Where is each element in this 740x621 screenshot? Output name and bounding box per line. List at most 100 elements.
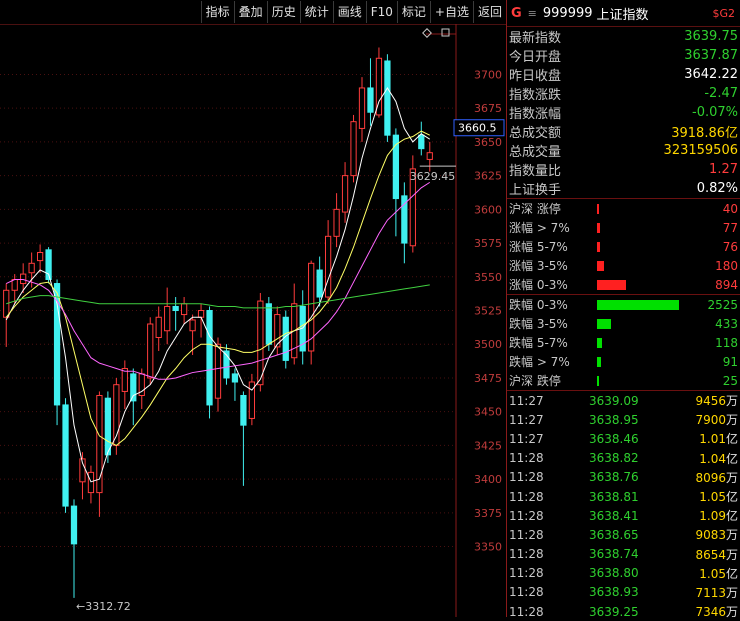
candle-body (265, 303, 272, 345)
y-tick-label: 3525 (474, 305, 502, 318)
kline-chart[interactable]: 3700 3675 3650 3625 3600 3575 3550 3525 3500 3475… (0, 24, 506, 617)
y-tick-label: 3625 (474, 170, 502, 183)
tick-volume: 7113万 (695, 585, 738, 600)
distribution-row: 跌幅 0-3% 2525 (507, 295, 740, 314)
tick-price: 3638.81 (589, 489, 639, 504)
candle-body (147, 323, 154, 379)
toolbar-button-1[interactable]: 叠加 (233, 1, 267, 23)
distribution-row: 涨幅 > 7% 77 (507, 218, 740, 237)
distribution-value: 433 (715, 316, 738, 331)
distribution-row: 涨幅 3-5% 180 (507, 256, 740, 275)
menu-icon[interactable]: ≡ (528, 7, 537, 20)
distribution-value: 77 (722, 220, 738, 235)
toolbar-button-7[interactable]: +自选 (429, 1, 473, 23)
toolbar-button-5[interactable]: F10 (365, 1, 397, 23)
tick-row: 11:28 3638.41 1.09亿 (507, 506, 740, 525)
tick-row: 11:28 3638.74 8654万 (507, 545, 740, 564)
tick-time: 11:28 (509, 585, 544, 600)
group-label[interactable]: G (511, 6, 522, 21)
toolbar-button-2[interactable]: 历史 (266, 1, 300, 23)
toolbar-button-4[interactable]: 画线 (332, 1, 366, 23)
distribution-bar (597, 260, 604, 271)
tick-volume: 1.05亿 (699, 566, 738, 581)
distribution-label: 跌幅 5-7% (509, 336, 568, 350)
tick-time: 11:27 (509, 431, 544, 446)
toolbar-button-0[interactable]: 指标 (200, 1, 234, 23)
tick-time: 11:27 (509, 412, 544, 427)
tick-unit: 万 (725, 605, 738, 620)
candle-body (164, 305, 171, 332)
distribution-value: 25 (722, 373, 738, 388)
candle-body (384, 60, 391, 136)
toolbar-button-6[interactable]: 标记 (396, 1, 430, 23)
moving-average-line (6, 284, 430, 309)
distribution-value: 2525 (707, 297, 738, 312)
y-tick-label: 3675 (474, 102, 502, 115)
tick-price: 3638.74 (589, 547, 639, 562)
stat-value: 1.27 (709, 162, 738, 177)
candle-body (121, 368, 128, 392)
tick-price: 3638.95 (589, 412, 639, 427)
y-tick-label: 3575 (474, 237, 502, 250)
candle-body (11, 278, 18, 291)
stat-label: 昨日收盘 (509, 69, 562, 84)
candle-body (206, 310, 213, 406)
distribution-label: 沪深 跌停 (509, 374, 561, 388)
tick-time: 11:28 (509, 508, 544, 523)
sg-label[interactable]: $G2 (712, 7, 735, 20)
candle-body (316, 269, 323, 298)
distribution-row: 涨幅 5-7% 76 (507, 237, 740, 256)
stat-label: 指数涨跌 (509, 88, 562, 103)
stat-label: 总成交量 (509, 145, 562, 160)
distribution-bar (597, 241, 600, 252)
tick-unit: 亿 (725, 490, 738, 505)
candle-body (367, 87, 374, 113)
stat-label: 最新指数 (509, 31, 562, 46)
toolbar-button-8[interactable]: 返回 (472, 1, 506, 23)
candle-body (324, 235, 332, 298)
diamond-icon (422, 28, 432, 38)
y-tick-label: 3700 (474, 68, 502, 81)
distribution-row: 跌幅 5-7% 118 (507, 333, 740, 352)
candle-body (426, 152, 433, 160)
cursor-price-label: 3660.5 (458, 122, 497, 135)
tick-price: 3638.46 (589, 431, 639, 446)
candle-body (155, 316, 162, 338)
y-tick-label: 3450 (474, 406, 502, 419)
stock-name: 上证指数 (596, 7, 649, 23)
distribution-value: 894 (715, 277, 738, 292)
distribution-label: 跌幅 > 7% (509, 355, 570, 369)
candle-body (87, 471, 95, 494)
y-tick-label: 3475 (474, 372, 502, 385)
y-tick-label: 3375 (474, 507, 502, 520)
up-distribution: 沪深 涨停 40 涨幅 > 7% 77 涨幅 5-7% 76 涨幅 3-5% 180 涨幅 0-… (507, 199, 740, 294)
distribution-label: 沪深 涨停 (509, 202, 561, 216)
distribution-bar (597, 279, 626, 290)
tick-volume: 1.01亿 (699, 432, 738, 447)
distribution-row: 沪深 涨停 40 (507, 199, 740, 218)
candle-body (189, 319, 196, 332)
stat-row: 最新指数 3639.75 (507, 27, 740, 46)
tick-unit: 万 (725, 470, 738, 485)
tick-unit: 万 (725, 585, 738, 600)
tick-row: 11:28 3639.25 7346万 (507, 602, 740, 621)
candle-body (70, 505, 78, 545)
tick-row: 11:27 3638.95 7900万 (507, 410, 740, 429)
tick-unit: 亿 (725, 432, 738, 447)
toolbar-button-3[interactable]: 统计 (299, 1, 333, 23)
tick-unit: 万 (725, 413, 738, 428)
candle-body (240, 394, 247, 426)
quote-panel: G ≡ 999999 上证指数 $G2 最新指数 3639.75 今日开盘 3637.… (506, 0, 740, 619)
stat-row: 昨日收盘 3642.22 (507, 65, 740, 84)
tick-row: 11:28 3638.81 1.05亿 (507, 487, 740, 506)
high-marker-label: 3629.45 (410, 170, 456, 183)
distribution-bar (597, 222, 600, 233)
distribution-bar (597, 356, 601, 367)
tick-volume: 8096万 (695, 470, 738, 485)
distribution-bar (597, 299, 679, 310)
tick-row: 11:27 3639.09 9456万 (507, 391, 740, 410)
distribution-value: 76 (722, 239, 738, 254)
candle-body (257, 300, 264, 386)
stat-value: -2.47 (704, 86, 738, 101)
tick-list[interactable]: 11:27 3639.09 9456万 11:27 3638.95 7900万 11:27 3… (507, 391, 740, 621)
